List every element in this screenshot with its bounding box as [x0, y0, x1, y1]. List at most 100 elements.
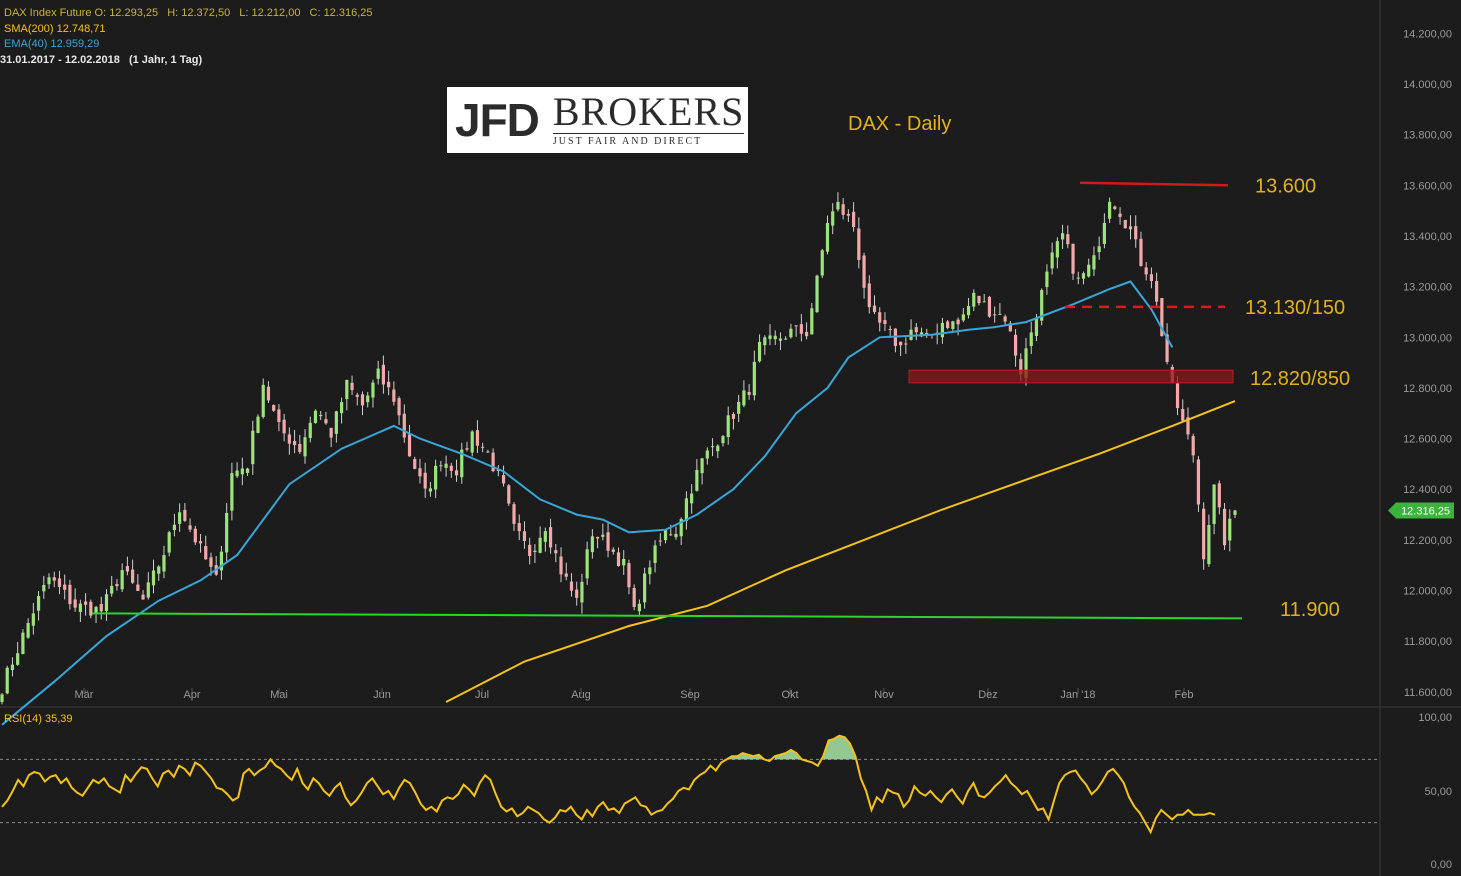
- candle-body: [188, 525, 192, 530]
- price-tick-label: 12.400,00: [1403, 484, 1452, 496]
- candle-body: [1003, 316, 1007, 322]
- candle-body: [501, 475, 506, 484]
- candle-body: [1202, 508, 1206, 560]
- candle-body: [329, 427, 333, 438]
- candle-body: [167, 532, 171, 553]
- candle-body: [799, 324, 803, 334]
- level-label-11900: 11.900: [1280, 599, 1340, 621]
- candle-body: [940, 322, 945, 338]
- jfd-brokers-logo: JFD BROKERS JUST FAIR AND DIRECT: [447, 87, 748, 153]
- candle-body: [637, 603, 641, 612]
- level-label-12820: 12.820/850: [1250, 368, 1350, 390]
- price-tick-label: 13.400,00: [1403, 231, 1452, 243]
- candle-body: [63, 584, 67, 590]
- candle-body: [397, 398, 401, 416]
- candle-body: [522, 531, 527, 541]
- candle-body: [643, 573, 647, 603]
- candle-body: [475, 430, 480, 446]
- candle-body: [653, 545, 657, 563]
- candle-body: [904, 343, 908, 345]
- candle-body: [1175, 383, 1180, 409]
- candle-body: [867, 283, 871, 308]
- candle-body: [763, 337, 767, 346]
- month-label: Jan '18: [1060, 689, 1095, 701]
- candle-body: [700, 458, 704, 474]
- logo-jfd-text: JFD: [455, 94, 540, 146]
- candle-body: [47, 577, 51, 585]
- candle-body: [559, 556, 563, 575]
- candle-body: [1118, 213, 1122, 217]
- candle-body: [564, 573, 568, 577]
- candle-body: [292, 440, 297, 446]
- candle-body: [1087, 264, 1091, 277]
- candle-body: [235, 470, 239, 477]
- candle-body: [616, 552, 621, 567]
- candle-body: [914, 327, 918, 333]
- open-value: 12.293,25: [109, 7, 159, 19]
- candle-body: [998, 313, 1002, 315]
- candle-body: [1113, 206, 1117, 209]
- price-tick-label: 11.600,00: [1404, 687, 1452, 699]
- candle-body: [857, 228, 861, 260]
- candle-body: [83, 601, 88, 605]
- month-label: Sep: [680, 689, 700, 701]
- candle-body: [313, 410, 318, 423]
- candle-body: [804, 331, 809, 337]
- sma-readout[interactable]: SMA(200) 12.748,71: [4, 22, 106, 37]
- candle-body: [1102, 222, 1106, 244]
- candle-body: [946, 321, 950, 328]
- candle-body: [115, 583, 119, 587]
- candle-body: [726, 415, 730, 438]
- candle-body: [287, 434, 291, 444]
- candle-body: [245, 468, 250, 473]
- candle-body: [648, 567, 652, 575]
- chart-title: DAX - Daily: [848, 113, 951, 135]
- candle-body: [454, 470, 459, 476]
- candle-body: [993, 314, 997, 316]
- candle-body: [439, 465, 443, 467]
- candle-body: [73, 599, 77, 608]
- candle-body: [878, 312, 882, 323]
- ema-label: EMA(40): [4, 38, 48, 50]
- candle-body: [465, 448, 469, 450]
- candle-body: [387, 381, 391, 388]
- candle-body: [1144, 267, 1148, 275]
- date-range-readout[interactable]: 31.01.2017 - 12.02.2018 (1 Jahr, 1 Tag): [0, 53, 202, 68]
- ohlc-readout: DAX Index Future O: 12.293,25 H: 12.372,…: [4, 6, 373, 21]
- candle-body: [778, 338, 783, 341]
- candle-body: [757, 341, 762, 362]
- candle-body: [1181, 408, 1185, 421]
- candle-body: [21, 632, 25, 655]
- candle-body: [371, 382, 375, 398]
- candle-body: [193, 528, 197, 543]
- candle-body: [710, 446, 715, 448]
- candle-body: [1123, 219, 1127, 229]
- instrument-name: DAX Index Future: [4, 7, 92, 19]
- candle-body: [1228, 518, 1232, 541]
- candle-body: [982, 301, 986, 303]
- candle-body: [272, 404, 276, 411]
- candle-body: [402, 413, 406, 438]
- candle-body: [345, 379, 349, 400]
- candle-body: [131, 569, 135, 583]
- candle-body: [1076, 277, 1080, 279]
- logo-tagline: JUST FAIR AND DIRECT: [552, 133, 745, 147]
- logo-brokers-text: BROKERS: [552, 89, 745, 134]
- candle-body: [89, 601, 93, 616]
- month-label: Mär: [75, 689, 94, 701]
- ema-value: 12.959,29: [50, 38, 100, 50]
- candle-body: [528, 544, 532, 556]
- candle-body: [225, 512, 229, 553]
- month-label: Jun: [373, 689, 391, 701]
- ema-readout[interactable]: EMA(40) 12.959,29: [4, 37, 99, 52]
- candle-body: [951, 321, 955, 329]
- candle-body: [308, 422, 312, 438]
- candle-body: [1196, 459, 1201, 505]
- candle-body: [820, 250, 824, 276]
- price-tick-label: 13.600,00: [1403, 180, 1452, 192]
- candle-body: [110, 585, 114, 594]
- candle-body: [1092, 255, 1096, 270]
- candle-body: [240, 468, 244, 475]
- candle-body: [366, 395, 370, 403]
- price-tick-label: 13.800,00: [1403, 130, 1452, 142]
